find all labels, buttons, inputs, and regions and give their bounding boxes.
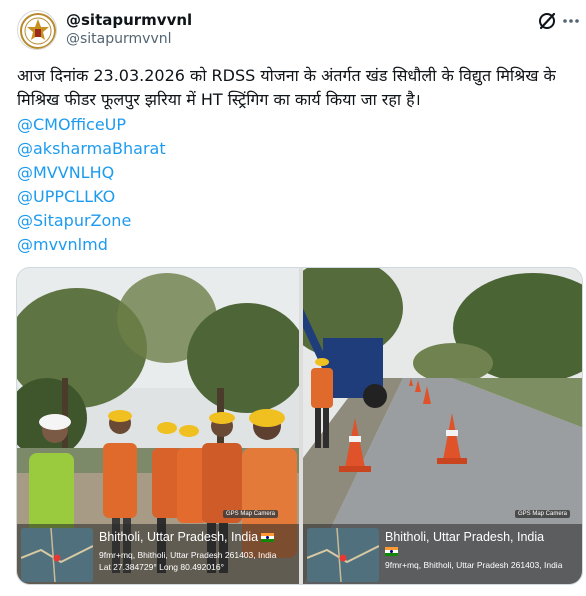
- india-flag-icon: [385, 546, 398, 557]
- display-name[interactable]: @sitapurmvvnl: [66, 11, 192, 29]
- avatar[interactable]: [17, 10, 57, 50]
- gps-address: 9fmr+mq, Bhitholi, Uttar Pradesh 261403,…: [99, 550, 277, 560]
- post-text: आज दिनांक 23.03.2026 को RDSS योजना के अं…: [17, 66, 556, 109]
- mention-link[interactable]: @SitapurZone: [17, 209, 166, 233]
- photo-workers[interactable]: GPS Map Camera Bhitholi, Uttar Pradesh, …: [17, 268, 299, 584]
- gps-coordinates: Lat 27.384729° Long 80.492016°: [99, 562, 224, 572]
- gps-location: Bhitholi, Uttar Pradesh, India: [385, 530, 545, 544]
- gps-badge: GPS Map Camera: [515, 510, 571, 518]
- media-grid: GPS Map Camera Bhitholi, Uttar Pradesh, …: [16, 267, 583, 585]
- gps-location: Bhitholi, Uttar Pradesh, India: [99, 530, 275, 544]
- user-handle[interactable]: @sitapurmvvnl: [66, 31, 172, 47]
- gps-map-thumbnail: [21, 528, 93, 582]
- mention-link[interactable]: @aksharmaBharat: [17, 137, 166, 161]
- more-options-icon[interactable]: [562, 10, 580, 32]
- india-flag-icon: [261, 533, 275, 543]
- mention-link[interactable]: @UPPCLLKO: [17, 185, 166, 209]
- mention-link[interactable]: @CMOfficeUP: [17, 113, 166, 137]
- gps-address: 9fmr+mq, Bhitholi, Uttar Pradesh 261403,…: [385, 560, 563, 570]
- gps-map-thumbnail: [307, 528, 379, 582]
- mention-link[interactable]: @mvvnlmd: [17, 233, 166, 257]
- gps-badge: GPS Map Camera: [223, 510, 279, 518]
- photo-road-cones[interactable]: GPS Map Camera Bhitholi, Uttar Pradesh, …: [303, 268, 582, 584]
- gps-overlay: GPS Map Camera Bhitholi, Uttar Pradesh, …: [17, 510, 299, 584]
- emblem-logo-icon: [20, 13, 56, 49]
- mention-link[interactable]: @MVVNLHQ: [17, 161, 166, 185]
- post: @sitapurmvvnl @sitapurmvvnl आज दिनांक 23…: [0, 0, 586, 596]
- grok-icon[interactable]: [536, 10, 558, 32]
- mentions-list: @CMOfficeUP @aksharmaBharat @MVVNLHQ @UP…: [17, 113, 166, 257]
- gps-overlay: GPS Map Camera Bhitholi, Uttar Pradesh, …: [303, 510, 582, 584]
